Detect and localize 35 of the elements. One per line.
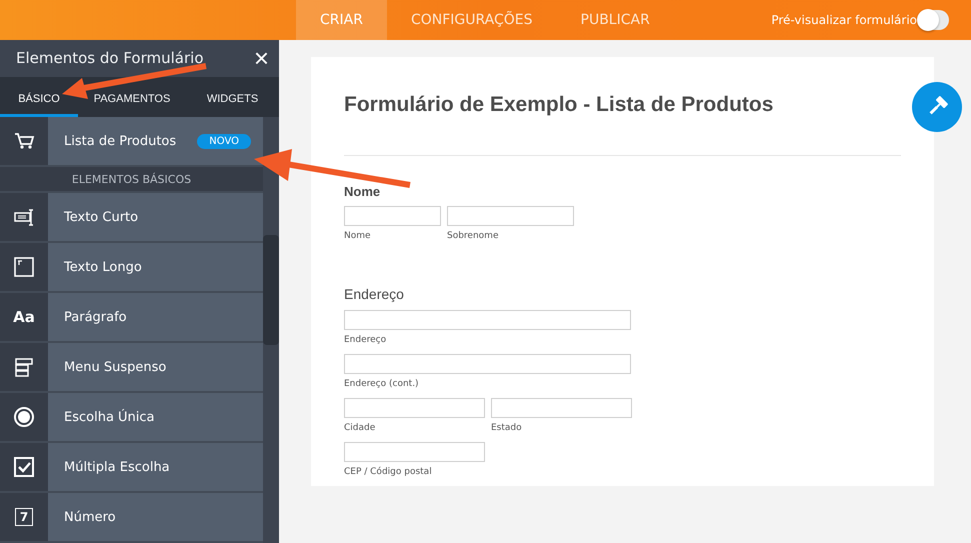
radio-icon [13, 406, 35, 428]
element-item[interactable]: Parágrafo [48, 293, 263, 341]
field-sublabel: CEP / Código postal [344, 467, 433, 477]
field-sublabel: Endereço [344, 335, 388, 345]
input-field[interactable] [447, 206, 574, 226]
checkbox-icon [13, 456, 35, 478]
input-field[interactable] [491, 398, 632, 418]
input-field[interactable] [344, 310, 631, 330]
field-sublabel: Endereço (cont.) [344, 379, 420, 389]
panel-tab[interactable]: PAGAMENTOS [92, 91, 172, 107]
input-field[interactable] [344, 206, 441, 226]
dropdown-icon [13, 356, 35, 378]
panel-tab[interactable]: BÁSICO [17, 91, 61, 107]
element-label: Lista de Produtos [63, 134, 176, 148]
preview-label: Pré-visualizar formulário [771, 13, 917, 27]
panel-title: Elementos do Formulário [16, 49, 204, 68]
form-title: Formulário de Exemplo - Lista de Produtos [344, 92, 774, 118]
field-sublabel: Nome [344, 231, 372, 241]
text-area-icon [13, 256, 35, 278]
field-label: Endereço [344, 286, 405, 302]
input-field[interactable] [344, 398, 485, 418]
field-label: Nome [344, 184, 382, 199]
input-field[interactable] [344, 354, 631, 374]
input-field[interactable] [344, 442, 485, 462]
field-sublabel: Cidade [344, 423, 376, 433]
close-button[interactable]: × [254, 45, 269, 72]
new-badge: NOVO [197, 134, 251, 148]
section-header: ELEMENTOS BÁSICOS [0, 167, 263, 193]
element-item[interactable]: Número [48, 493, 263, 541]
field-sublabel: Sobrenome [447, 231, 500, 241]
scrollbar-thumb[interactable] [263, 235, 279, 345]
paragraph-icon: Aa [13, 308, 35, 326]
panel-tab[interactable]: WIDGETS [206, 91, 260, 107]
field-sublabel: Estado [491, 423, 523, 433]
number-icon: 7 [14, 508, 34, 526]
